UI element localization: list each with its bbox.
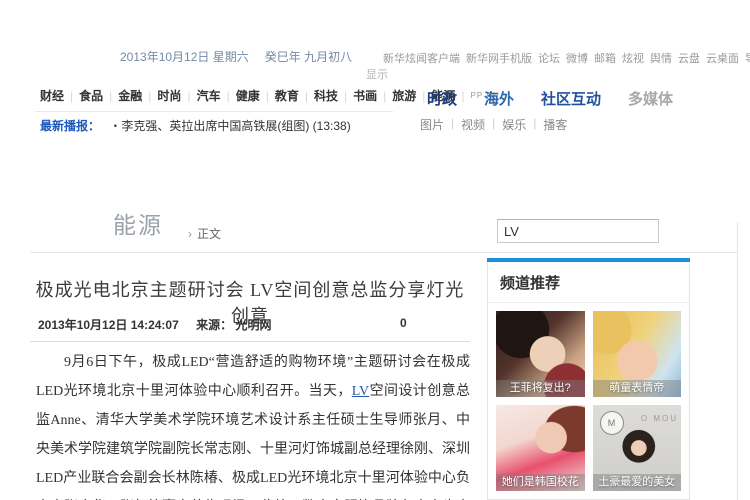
link-pictures[interactable]: 图片 <box>420 116 444 133</box>
nav-item-tech[interactable]: 科技 <box>314 87 338 104</box>
link-cloud-disk[interactable]: 云盘 <box>678 50 700 66</box>
inline-lv-link[interactable]: LV <box>352 384 369 399</box>
promo-thumb-faye-wong[interactable]: 王菲将复出? <box>496 311 585 397</box>
ticker-label: 最新播报： <box>40 119 100 133</box>
nav-divider <box>35 111 393 112</box>
photo-backdrop-logo: M <box>600 411 624 435</box>
sidebar-thumb-grid: 王菲将复出? 萌童表情帝 她们是韩国校花 M O MOU 土豪最爱的美女 <box>488 303 689 499</box>
link-mail[interactable]: 邮箱 <box>594 50 616 66</box>
current-date: 2013年10月12日 星期六 癸巳年 九月初八 <box>120 48 352 65</box>
media-separator: | <box>492 116 495 133</box>
nav-item-food[interactable]: 食品 <box>79 87 103 104</box>
top-utility-links: 新华炫闻客户端 新华网手机版 论坛 微博 邮箱 炫视 舆情 云盘 云桌面 导航 <box>383 50 737 66</box>
link-weibo[interactable]: 微博 <box>566 50 588 66</box>
link-podcast[interactable]: 播客 <box>543 116 567 133</box>
source-label: 来源： <box>196 318 232 332</box>
promo-caption: 萌童表情帝 <box>593 380 682 397</box>
news-ticker: 最新播报： ・李克强、英拉出席中国高铁展(组图) (13:38) <box>40 117 351 134</box>
link-entertainment[interactable]: 娱乐 <box>502 116 526 133</box>
photo-backdrop-text: O MOU <box>641 414 678 423</box>
nav-separator: | <box>422 89 425 103</box>
nav-separator: | <box>383 89 386 103</box>
article-divider <box>30 341 470 342</box>
nav-separator: | <box>344 89 347 103</box>
comment-count[interactable]: 0 <box>400 316 407 330</box>
link-xinhua-app[interactable]: 新华炫闻客户端 <box>383 50 460 66</box>
nav-item-banking[interactable]: 金融 <box>118 87 142 104</box>
nav-item-travel[interactable]: 旅游 <box>392 87 416 104</box>
article-body: 9月6日下午，极成LED“营造舒适的购物环境”主题研讨会在极成LED光环境北京十… <box>36 348 470 500</box>
tab-multimedia[interactable]: 多媒体 <box>628 88 673 109</box>
nav-item-finance[interactable]: 财经 <box>40 87 64 104</box>
nav-separator: | <box>109 89 112 103</box>
gregorian-date: 2013年10月12日 星期六 <box>120 50 249 64</box>
main-section-tabs: 时政 海外 社区互动 多媒体 <box>427 88 673 109</box>
tab-politics[interactable]: 时政 <box>427 88 457 109</box>
article-date: 2013年10月12日 14:24:07 <box>38 318 179 332</box>
nav-item-art[interactable]: 书画 <box>353 87 377 104</box>
breadcrumb-current: 正文 <box>197 227 221 241</box>
section-divider <box>30 252 737 253</box>
media-separator: | <box>533 116 536 133</box>
nav-separator: | <box>227 89 230 103</box>
nav-separator: | <box>187 89 190 103</box>
broken-image-alt-text: 显示 <box>366 66 388 82</box>
nav-item-auto[interactable]: 汽车 <box>197 87 221 104</box>
tab-overseas[interactable]: 海外 <box>484 88 514 109</box>
paragraph-text: 空间设计创意总监Anne、清华大学美术学院环境艺术设计系主任硕士生导师张月、中央… <box>36 384 470 500</box>
article-source[interactable]: 光明网 <box>235 318 271 332</box>
media-links: 图片 | 视频 | 娱乐 | 播客 <box>420 116 567 133</box>
promo-caption: 王菲将复出? <box>496 380 585 397</box>
page: 2013年10月12日 星期六 癸巳年 九月初八 新华炫闻客户端 新华网手机版 论… <box>0 0 750 500</box>
nav-separator: | <box>148 89 151 103</box>
breadcrumb: › 正文 <box>188 225 221 242</box>
promo-caption: 她们是韩国校花 <box>496 474 585 491</box>
link-site-nav[interactable]: 导航 <box>745 50 750 66</box>
link-cloud-desktop[interactable]: 云桌面 <box>706 50 739 66</box>
nav-separator: | <box>70 89 73 103</box>
media-separator: | <box>451 116 454 133</box>
link-videos[interactable]: 视频 <box>461 116 485 133</box>
sidebar-title: 频道推荐 <box>488 262 689 303</box>
article-meta: 2013年10月12日 14:24:07 来源： 光明网 0 <box>38 316 470 333</box>
lunar-date: 癸巳年 九月初八 <box>265 50 352 64</box>
link-video[interactable]: 炫视 <box>622 50 644 66</box>
nav-item-education[interactable]: 教育 <box>275 87 299 104</box>
nav-separator: | <box>305 89 308 103</box>
link-mobile-site[interactable]: 新华网手机版 <box>466 50 532 66</box>
right-column-divider <box>737 222 738 500</box>
sidebar-box: 频道推荐 王菲将复出? 萌童表情帝 她们是韩国校花 M O MOU 土豪最爱的美… <box>487 262 690 500</box>
nav-item-fashion[interactable]: 时尚 <box>157 87 181 104</box>
breadcrumb-arrow-icon: › <box>188 227 192 241</box>
tab-community[interactable]: 社区互动 <box>541 88 601 109</box>
promo-thumb-event-beauty[interactable]: M O MOU 土豪最爱的美女 <box>593 405 682 491</box>
ticker-headline-link[interactable]: ・李克强、英拉出席中国高铁展(组图) (13:38) <box>109 119 350 133</box>
nav-item-health[interactable]: 健康 <box>236 87 260 104</box>
promo-caption: 土豪最爱的美女 <box>593 474 682 491</box>
channel-title[interactable]: 能源 <box>113 206 163 240</box>
promo-thumb-cute-child[interactable]: 萌童表情帝 <box>593 311 682 397</box>
promo-thumb-campus-beauty[interactable]: 她们是韩国校花 <box>496 405 585 491</box>
sidebar-recommended: 频道推荐 王菲将复出? 萌童表情帝 她们是韩国校花 M O MOU 土豪最爱的美… <box>487 258 690 500</box>
link-forum[interactable]: 论坛 <box>538 50 560 66</box>
nav-separator: | <box>266 89 269 103</box>
link-yuqing[interactable]: 舆情 <box>650 50 672 66</box>
search-input[interactable] <box>497 219 659 243</box>
